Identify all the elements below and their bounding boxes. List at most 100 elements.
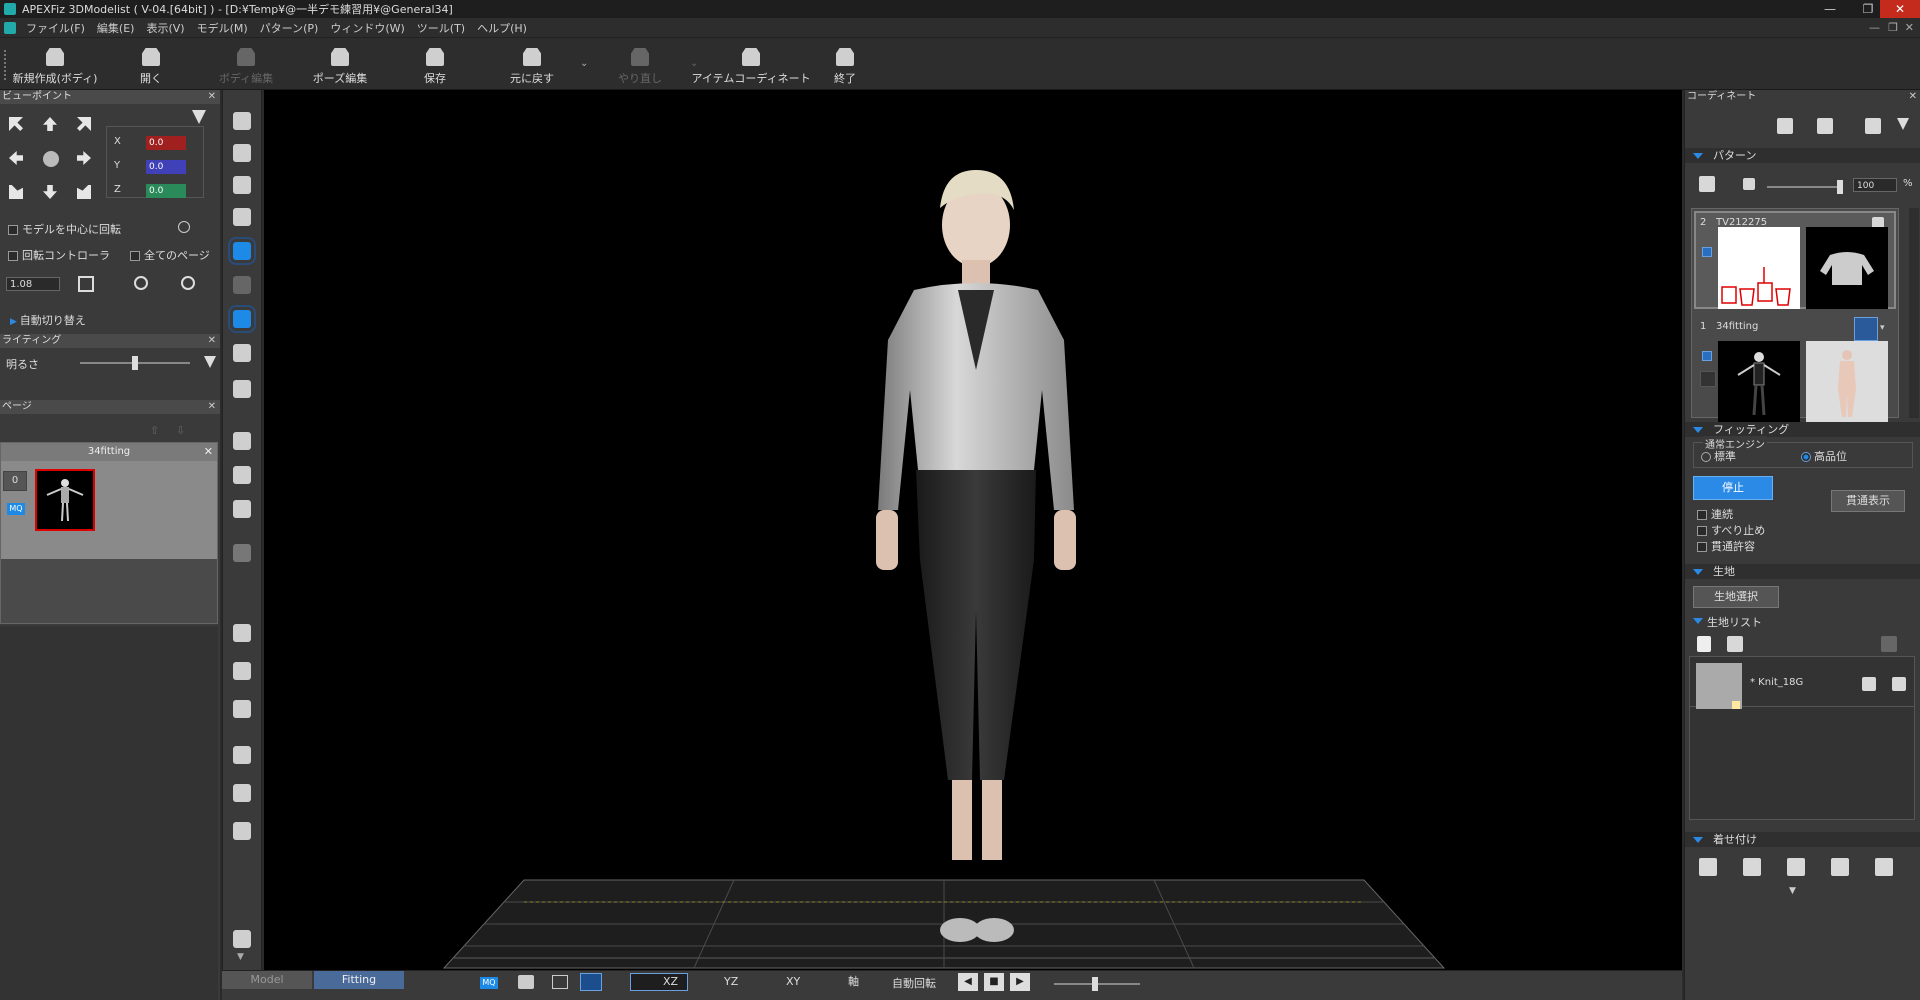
tool-stand-icon[interactable]	[233, 822, 251, 840]
dress-tool-4-icon[interactable]	[1831, 858, 1849, 876]
no-slip-checkbox[interactable]: すべり止め	[1697, 522, 1765, 538]
page-thumbnail[interactable]	[35, 469, 95, 531]
dress-tool-1-icon[interactable]	[1699, 858, 1717, 876]
axis-xz-button[interactable]: XZ	[630, 973, 688, 991]
exit-button[interactable]: 終了	[830, 46, 860, 86]
body-edit-button[interactable]: ボディ編集	[218, 46, 274, 86]
standard-radio[interactable]: 標準	[1701, 448, 1736, 464]
x-input[interactable]: 0.0	[146, 136, 186, 150]
viewpoint-close-icon[interactable]: ✕	[208, 90, 216, 104]
axis-yz-button[interactable]: YZ	[692, 973, 750, 991]
menu-tool[interactable]: ツール(T)	[411, 20, 471, 36]
background-icon[interactable]	[552, 975, 568, 989]
brightness-slider[interactable]	[80, 356, 190, 370]
body-pose-button[interactable]	[1854, 317, 1878, 341]
rotate-ctrl-checkbox[interactable]: 回転コントローラ	[8, 247, 110, 263]
tool-fabric-fold-icon[interactable]	[233, 500, 251, 518]
toolbar-grip[interactable]	[4, 50, 7, 80]
dress-expand-icon[interactable]: ▼	[1789, 886, 1796, 896]
tool-skirt-icon[interactable]	[233, 208, 251, 226]
figure-icon[interactable]	[1699, 176, 1715, 192]
fit-view-icon[interactable]	[78, 276, 94, 292]
tool-shirt-icon[interactable]	[228, 305, 256, 333]
menu-file[interactable]: ファイル(F)	[20, 20, 91, 36]
dress-tool-2-icon[interactable]	[1743, 858, 1761, 876]
view-downleft-icon[interactable]	[9, 185, 23, 199]
pattern-item-2-avatar-thumb[interactable]	[1718, 341, 1800, 423]
menu-help[interactable]: ヘルプ(H)	[471, 20, 533, 36]
z-input[interactable]: 0.0	[146, 184, 186, 198]
zoom-input[interactable]: 1.08	[6, 277, 60, 291]
allow-penetration-checkbox[interactable]: 貫通許容	[1697, 538, 1755, 554]
zoom-out-icon[interactable]	[134, 276, 148, 290]
floor-toggle-icon[interactable]	[580, 973, 602, 991]
pattern-item-2-color-swatch[interactable]	[1700, 371, 1716, 387]
tool-weight-icon[interactable]	[233, 746, 251, 764]
target-icon[interactable]	[178, 221, 190, 233]
pose-edit-button[interactable]: ポーズ編集	[312, 46, 368, 86]
page-tab-close-icon[interactable]: ✕	[204, 445, 213, 458]
view-left-icon[interactable]	[9, 151, 23, 165]
rotate-center-checkbox[interactable]: モデルを中心に回転	[8, 221, 121, 237]
view-right-icon[interactable]	[77, 151, 91, 165]
high-quality-radio[interactable]: 高品位	[1801, 448, 1847, 464]
mq-toggle[interactable]: MQ	[480, 977, 498, 989]
3d-viewport[interactable]	[264, 90, 1682, 970]
page-close-icon[interactable]: ✕	[208, 400, 216, 414]
pattern-item-1-pattern-thumb[interactable]	[1718, 227, 1800, 309]
y-input[interactable]: 0.0	[146, 160, 186, 174]
coordinate-menu-icon[interactable]	[1897, 118, 1909, 130]
viewpoint-menu-icon[interactable]	[192, 110, 206, 124]
item-coordinate-button[interactable]: アイテムコーディネート	[691, 46, 811, 86]
copy-icon[interactable]	[1817, 118, 1833, 134]
menu-window[interactable]: ウィンドウ(W)	[324, 20, 410, 36]
zoom-in-icon[interactable]	[181, 276, 195, 290]
tool-garment-outline-icon[interactable]	[233, 344, 251, 362]
open-fabric-icon[interactable]	[1727, 636, 1743, 652]
tool-inner-icon[interactable]	[233, 144, 251, 162]
delete-fabric-icon[interactable]	[1881, 636, 1897, 652]
rotate-left-button[interactable]: ◀	[958, 973, 978, 991]
menu-edit[interactable]: 編集(E)	[91, 20, 141, 36]
pattern-section[interactable]: パターン	[1685, 148, 1920, 163]
fabric-item[interactable]: * Knit_18G	[1690, 657, 1914, 709]
rotate-speed-slider[interactable]	[1054, 977, 1140, 991]
doc-minimize-button[interactable]: —	[1869, 21, 1880, 34]
opacity-input[interactable]: 100	[1853, 178, 1897, 192]
new-fabric-icon[interactable]	[1697, 636, 1711, 652]
brightness-slider-thumb[interactable]	[132, 356, 138, 370]
fabric-save-icon[interactable]	[1892, 677, 1906, 691]
page-down-icon[interactable]: ⇩	[176, 424, 185, 437]
redo-dropdown-icon[interactable]: ⌄	[690, 58, 698, 69]
tool-fabric-grid-icon[interactable]	[233, 466, 251, 484]
view-down-icon[interactable]	[43, 185, 57, 199]
tool-pin-icon[interactable]	[233, 624, 251, 642]
pattern-item-2[interactable]: 1 34fitting ▾	[1694, 313, 1896, 423]
page-up-icon[interactable]: ⇧	[150, 424, 159, 437]
through-display-button[interactable]: 貫通表示	[1831, 490, 1905, 512]
axis-xy-button[interactable]: XY	[754, 973, 812, 991]
dress-section[interactable]: 着せ付け	[1685, 832, 1920, 847]
body-pose-dropdown-icon[interactable]: ▾	[1880, 323, 1885, 333]
fabric-select-button[interactable]: 生地選択	[1693, 586, 1779, 608]
tool-link-icon[interactable]	[233, 700, 251, 718]
tool-scroll-down-icon[interactable]: ▼	[237, 952, 244, 962]
stop-button[interactable]: 停止	[1693, 476, 1773, 500]
view-upleft-icon[interactable]	[9, 117, 23, 131]
tool-hand-icon[interactable]	[233, 380, 251, 398]
tool-outer-icon[interactable]	[233, 176, 251, 194]
continuous-checkbox[interactable]: 連続	[1697, 506, 1733, 522]
fabric-edit-icon[interactable]	[1862, 677, 1876, 691]
minimize-button[interactable]: —	[1810, 0, 1850, 18]
menu-view[interactable]: 表示(V)	[140, 20, 190, 36]
view-upright-icon[interactable]	[77, 117, 91, 131]
view-up-icon[interactable]	[43, 117, 57, 131]
save-button[interactable]: 保存	[420, 46, 450, 86]
close-button[interactable]: ✕	[1880, 0, 1920, 18]
delete-icon[interactable]	[1865, 118, 1881, 134]
stop-rotate-button[interactable]: ■	[984, 973, 1004, 991]
tool-top-garment-icon[interactable]	[233, 112, 251, 130]
pattern-item-1-checkbox[interactable]	[1702, 247, 1712, 257]
doc-restore-button[interactable]: ❐	[1888, 21, 1898, 34]
new-body-button[interactable]: 新規作成(ボディ)	[13, 46, 97, 86]
